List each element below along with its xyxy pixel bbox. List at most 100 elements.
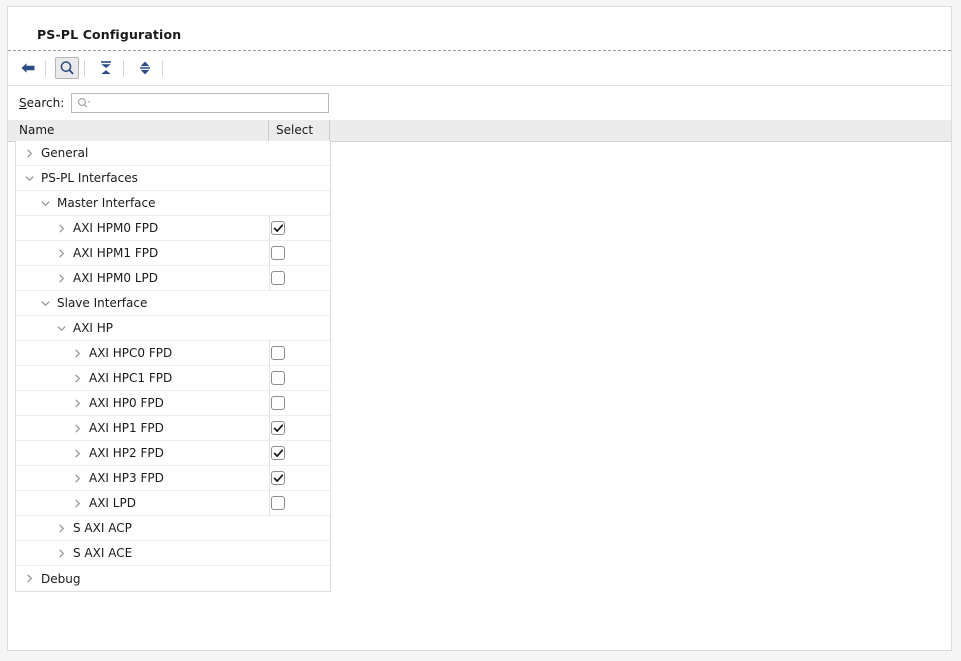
- row-column-separator-right: [330, 366, 331, 390]
- collapse-all-icon: [98, 60, 114, 76]
- tree-row-label: AXI HPM1 FPD: [73, 246, 159, 260]
- chevron-right-icon[interactable]: [23, 572, 36, 585]
- chevron-right-icon[interactable]: [55, 247, 68, 260]
- toolbar-separator-1: [45, 59, 46, 77]
- expand-all-icon: [137, 60, 153, 76]
- tree-row[interactable]: PS-PL Interfaces: [16, 166, 330, 191]
- chevron-right-icon[interactable]: [71, 397, 84, 410]
- row-column-separator: [269, 341, 270, 365]
- tree-row-label: PS-PL Interfaces: [41, 171, 138, 185]
- column-header-select[interactable]: Select: [276, 123, 313, 137]
- row-column-separator-right: [330, 216, 331, 240]
- select-checkbox[interactable]: [271, 496, 285, 510]
- tree-row[interactable]: Debug: [16, 566, 330, 591]
- search-toggle-button[interactable]: [55, 57, 79, 79]
- chevron-down-icon[interactable]: [55, 322, 68, 335]
- select-checkbox[interactable]: [271, 221, 285, 235]
- expand-all-button[interactable]: [133, 57, 157, 79]
- tree-row[interactable]: AXI HP0 FPD: [16, 391, 331, 416]
- tree-row-label: AXI HP1 FPD: [89, 421, 164, 435]
- tree-row[interactable]: AXI HP1 FPD: [16, 416, 331, 441]
- row-column-separator: [269, 216, 270, 240]
- toolbar: [8, 51, 951, 86]
- select-checkbox[interactable]: [271, 271, 285, 285]
- tree-row[interactable]: AXI HPC0 FPD: [16, 341, 331, 366]
- chevron-right-icon[interactable]: [55, 222, 68, 235]
- toolbar-separator-2: [84, 59, 85, 77]
- row-column-separator: [269, 491, 270, 515]
- tree-row[interactable]: AXI HP2 FPD: [16, 441, 331, 466]
- select-checkbox[interactable]: [271, 421, 285, 435]
- row-column-separator: [269, 391, 270, 415]
- search-box[interactable]: [71, 92, 330, 113]
- select-checkbox[interactable]: [271, 246, 285, 260]
- column-divider-1[interactable]: [268, 120, 269, 141]
- tree-row[interactable]: AXI HP: [16, 316, 330, 341]
- chevron-right-icon[interactable]: [71, 372, 84, 385]
- search-label-mnemonic: S: [19, 95, 27, 110]
- chevron-down-icon[interactable]: [23, 172, 36, 185]
- chevron-down-icon[interactable]: [39, 297, 52, 310]
- tree-row[interactable]: S AXI ACP: [16, 516, 330, 541]
- tree-row[interactable]: AXI HPC1 FPD: [16, 366, 331, 391]
- row-column-separator-right: [330, 491, 331, 515]
- select-checkbox[interactable]: [271, 446, 285, 460]
- tree-row-label: AXI HP2 FPD: [89, 446, 164, 460]
- tree-row[interactable]: AXI LPD: [16, 491, 331, 516]
- tree-row-label: Slave Interface: [57, 296, 148, 310]
- chevron-right-icon[interactable]: [55, 272, 68, 285]
- row-column-separator-right: [330, 441, 331, 465]
- chevron-right-icon[interactable]: [23, 147, 36, 160]
- back-button[interactable]: [16, 57, 40, 79]
- chevron-right-icon[interactable]: [55, 522, 68, 535]
- tree-row-label: AXI HP3 FPD: [89, 471, 164, 485]
- tree-row-label: AXI LPD: [89, 496, 136, 510]
- tree-row-label: Master Interface: [57, 196, 156, 210]
- row-column-separator: [269, 441, 270, 465]
- tree-row[interactable]: Master Interface: [16, 191, 330, 216]
- tree-row[interactable]: S AXI ACE: [16, 541, 330, 566]
- column-divider-2[interactable]: [329, 120, 330, 141]
- arrow-left-icon: [20, 61, 36, 75]
- chevron-right-icon[interactable]: [71, 347, 84, 360]
- chevron-right-icon[interactable]: [71, 497, 84, 510]
- tree-row[interactable]: General: [16, 141, 330, 166]
- search-input[interactable]: [92, 94, 329, 111]
- app-root: PS-PL Configuration Search: Name Select …: [0, 0, 961, 661]
- tree-row-label: AXI HPM0 FPD: [73, 221, 159, 235]
- tree-row[interactable]: AXI HPM0 LPD: [16, 266, 331, 291]
- chevron-right-icon[interactable]: [71, 472, 84, 485]
- tree-row[interactable]: Slave Interface: [16, 291, 330, 316]
- collapse-all-button[interactable]: [94, 57, 118, 79]
- row-column-separator: [269, 266, 270, 290]
- toolbar-separator-3: [123, 59, 124, 77]
- row-column-separator-right: [330, 341, 331, 365]
- tree-row[interactable]: AXI HPM1 FPD: [16, 241, 331, 266]
- row-column-separator-right: [330, 466, 331, 490]
- tree-row-label: AXI HP0 FPD: [89, 396, 164, 410]
- tree-row[interactable]: AXI HPM0 FPD: [16, 216, 331, 241]
- tree-row-label: AXI HPM0 LPD: [73, 271, 159, 285]
- row-column-separator: [269, 416, 270, 440]
- panel-title-area: PS-PL Configuration: [8, 7, 951, 51]
- chevron-down-icon[interactable]: [39, 197, 52, 210]
- configuration-tree: General PS-PL Interfaces Master Interface A…: [15, 141, 331, 592]
- select-checkbox[interactable]: [271, 346, 285, 360]
- search-label: Search:: [19, 96, 64, 110]
- chevron-right-icon[interactable]: [55, 547, 68, 560]
- row-column-separator-right: [330, 391, 331, 415]
- tree-row-label: Debug: [41, 571, 81, 586]
- select-checkbox[interactable]: [271, 396, 285, 410]
- tree-row-label: AXI HP: [73, 321, 114, 335]
- tree-row[interactable]: AXI HP3 FPD: [16, 466, 331, 491]
- tree-row-label: S AXI ACP: [73, 521, 132, 535]
- chevron-right-icon[interactable]: [71, 422, 84, 435]
- select-checkbox[interactable]: [271, 371, 285, 385]
- tree-row-label: AXI HPC1 FPD: [89, 371, 173, 385]
- column-header-name[interactable]: Name: [19, 123, 54, 137]
- chevron-right-icon[interactable]: [71, 447, 84, 460]
- row-column-separator-right: [330, 416, 331, 440]
- row-column-separator-right: [330, 241, 331, 265]
- search-dropdown-icon[interactable]: [77, 97, 92, 109]
- select-checkbox[interactable]: [271, 471, 285, 485]
